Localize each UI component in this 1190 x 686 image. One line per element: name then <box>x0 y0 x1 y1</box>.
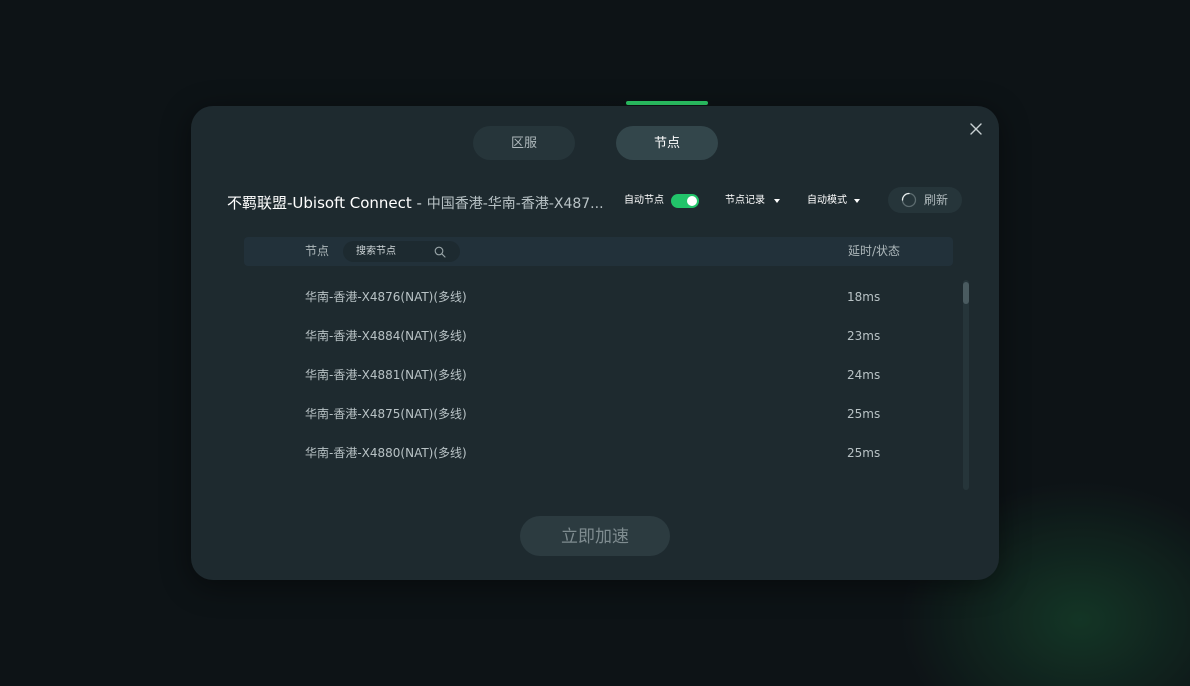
list-item[interactable]: 华南-香港-X4876(NAT)(多线) 18ms <box>244 278 953 317</box>
close-icon <box>970 123 982 135</box>
auto-node-label: 自动节点 <box>624 195 664 206</box>
node-latency: 25ms <box>847 407 881 421</box>
scrollbar-thumb[interactable] <box>963 282 969 304</box>
list-item[interactable]: 华南-香港-X4884(NAT)(多线) 23ms <box>244 317 953 356</box>
game-node-title: 不羁联盟-Ubisoft Connect - 中国香港-华南-香港-X487..… <box>227 192 604 214</box>
title-separator: - <box>411 194 427 212</box>
current-node-name: 中国香港-华南-香港-X487... <box>426 196 604 212</box>
auto-node-toggle[interactable] <box>671 194 699 208</box>
column-header-node: 节点 <box>305 244 330 258</box>
node-select-dialog: 区服 节点 不羁联盟-Ubisoft Connect - 中国香港-华南-香港-… <box>191 106 999 580</box>
refresh-label: 刷新 <box>924 193 949 207</box>
refresh-button[interactable]: 刷新 <box>888 187 962 213</box>
node-search-box[interactable] <box>343 241 460 262</box>
caret-down-icon <box>774 199 780 203</box>
node-name: 华南-香港-X4876(NAT)(多线) <box>305 290 467 304</box>
node-latency: 25ms <box>847 446 881 460</box>
node-history-label: 节点记录 <box>725 195 765 206</box>
list-item-partial[interactable] <box>244 473 953 490</box>
node-history-dropdown[interactable]: 节点记录 <box>725 192 785 210</box>
column-header-latency: 延时/状态 <box>848 244 901 258</box>
node-name: 华南-香港-X4884(NAT)(多线) <box>305 329 467 343</box>
node-name: 华南-香港-X4875(NAT)(多线) <box>305 407 467 421</box>
node-search-input[interactable] <box>356 241 432 262</box>
search-icon[interactable] <box>434 246 446 258</box>
tab-region[interactable]: 区服 <box>473 126 575 160</box>
node-table-header: 节点 延时/状态 <box>244 237 953 266</box>
close-button[interactable] <box>968 121 984 137</box>
node-list: 华南-香港-X4876(NAT)(多线) 18ms 华南-香港-X4884(NA… <box>244 278 953 490</box>
toggle-knob <box>687 196 697 206</box>
list-item[interactable]: 华南-香港-X4875(NAT)(多线) 25ms <box>244 395 953 434</box>
node-latency: 23ms <box>847 329 881 343</box>
node-latency: 18ms <box>847 290 881 304</box>
node-name: 华南-香港-X4881(NAT)(多线) <box>305 368 467 382</box>
list-scrollbar[interactable] <box>963 280 969 490</box>
caret-down-icon <box>854 199 860 203</box>
game-name: 不羁联盟-Ubisoft Connect <box>227 194 412 212</box>
active-tab-indicator <box>626 101 708 105</box>
accelerate-now-button[interactable]: 立即加速 <box>520 516 670 556</box>
node-name: 华南-香港-X4880(NAT)(多线) <box>305 446 467 460</box>
list-item[interactable]: 华南-香港-X4881(NAT)(多线) 24ms <box>244 356 953 395</box>
list-item[interactable]: 华南-香港-X4880(NAT)(多线) 25ms <box>244 434 953 473</box>
auto-mode-label: 自动模式 <box>807 195 847 206</box>
loading-spinner-icon <box>901 192 917 208</box>
node-latency: 24ms <box>847 368 881 382</box>
auto-mode-dropdown[interactable]: 自动模式 <box>807 192 867 210</box>
tab-node[interactable]: 节点 <box>616 126 718 160</box>
